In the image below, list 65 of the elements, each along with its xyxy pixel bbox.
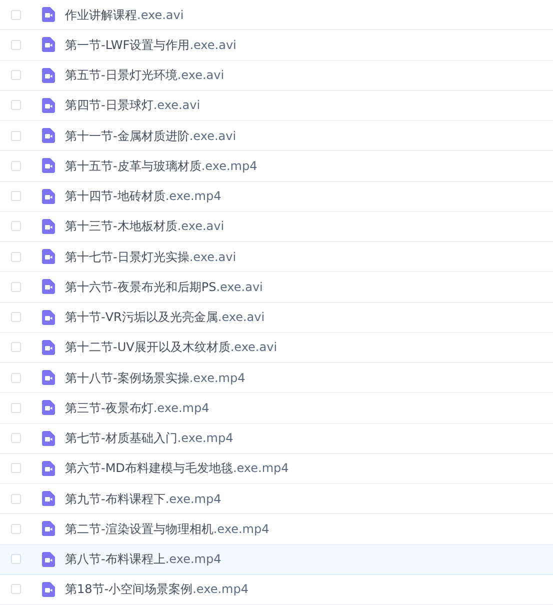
file-name[interactable]: 作业讲解课程.exe.avi bbox=[65, 6, 184, 24]
checkbox[interactable] bbox=[11, 130, 21, 141]
video-file-icon bbox=[42, 400, 55, 416]
video-file-icon bbox=[42, 460, 55, 476]
checkbox[interactable] bbox=[11, 40, 21, 50]
file-name[interactable]: 第一节-LWF设置与作用.exe.avi bbox=[65, 36, 236, 54]
file-name[interactable]: 第三节-夜景布灯.exe.mp4 bbox=[65, 398, 210, 417]
video-file-icon bbox=[42, 430, 55, 446]
video-file-icon bbox=[42, 491, 55, 506]
file-name[interactable]: 第十五节-皮革与玻璃材质.exe.mp4 bbox=[65, 156, 258, 175]
video-file-icon bbox=[42, 218, 55, 234]
file-row[interactable]: 第五节-日景灯光环境.exe.avi bbox=[0, 60, 553, 91]
checkbox[interactable] bbox=[11, 252, 21, 262]
checkbox[interactable] bbox=[11, 342, 21, 352]
checkbox[interactable] bbox=[11, 372, 21, 383]
file-row[interactable]: 第十四节-地砖材质.exe.mp4 bbox=[0, 182, 553, 212]
checkbox[interactable] bbox=[11, 100, 21, 110]
checkbox[interactable] bbox=[11, 282, 21, 292]
video-file-icon bbox=[42, 249, 55, 264]
file-row[interactable]: 第七节-材质基础入门.exe.mp4 bbox=[0, 424, 553, 454]
file-name[interactable]: 第六节-MD布料建模与毛发地毯.exe.mp4 bbox=[65, 459, 289, 478]
file-name[interactable]: 第九节-布料课程下.exe.mp4 bbox=[65, 490, 222, 508]
file-name[interactable]: 第十二节-UV展开以及木纹材质.exe.avi bbox=[65, 338, 278, 356]
video-file-icon bbox=[42, 128, 55, 144]
file-name[interactable]: 第八节-布料课程上.exe.mp4 bbox=[65, 550, 222, 568]
video-file-icon bbox=[42, 188, 55, 204]
checkbox[interactable] bbox=[11, 221, 21, 232]
file-name[interactable]: 第二节-渲染设置与物理相机.exe.mp4 bbox=[65, 520, 270, 538]
checkbox[interactable] bbox=[11, 463, 21, 474]
file-row[interactable]: 第八节-布料课程上.exe.mp4 bbox=[0, 544, 553, 575]
checkbox[interactable] bbox=[11, 433, 21, 444]
video-file-icon bbox=[42, 7, 55, 22]
checkbox[interactable] bbox=[11, 312, 21, 322]
file-name[interactable]: 第十四节-地砖材质.exe.mp4 bbox=[65, 187, 222, 206]
video-file-icon bbox=[42, 158, 55, 174]
file-name[interactable]: 第十六节-夜景布光和后期PS.exe.avi bbox=[65, 278, 263, 296]
checkbox[interactable] bbox=[11, 524, 21, 534]
video-file-icon bbox=[42, 552, 55, 567]
checkbox[interactable] bbox=[11, 584, 21, 594]
file-name[interactable]: 第五节-日景灯光环境.exe.avi bbox=[65, 66, 224, 84]
video-file-icon bbox=[42, 98, 55, 113]
checkbox[interactable] bbox=[11, 160, 21, 171]
checkbox[interactable] bbox=[11, 402, 21, 413]
checkbox[interactable] bbox=[11, 191, 21, 202]
file-name[interactable]: 第18节-小空间场景案例.exe.mp4 bbox=[65, 580, 248, 598]
checkbox[interactable] bbox=[11, 494, 21, 504]
file-name[interactable]: 第十三节-木地板材质.exe.avi bbox=[65, 217, 224, 236]
video-file-icon bbox=[42, 370, 55, 386]
video-file-icon bbox=[42, 521, 55, 536]
file-row[interactable]: 第十节-VR污垢以及光亮金属.exe.avi bbox=[0, 302, 553, 333]
checkbox[interactable] bbox=[11, 554, 21, 564]
video-file-icon bbox=[42, 582, 55, 597]
file-name[interactable]: 第七节-材质基础入门.exe.mp4 bbox=[65, 429, 234, 448]
file-name[interactable]: 第十节-VR污垢以及光亮金属.exe.avi bbox=[65, 308, 265, 326]
video-file-icon bbox=[42, 310, 55, 325]
checkbox[interactable] bbox=[11, 70, 21, 80]
video-file-icon bbox=[42, 37, 55, 52]
file-name[interactable]: 第十八节-案例场景实操.exe.mp4 bbox=[65, 368, 246, 387]
video-file-icon bbox=[42, 279, 55, 294]
checkbox[interactable] bbox=[11, 10, 21, 20]
file-name[interactable]: 第十七节-日景灯光实操.exe.avi bbox=[65, 248, 236, 266]
video-file-icon bbox=[42, 68, 55, 83]
file-name[interactable]: 第十一节-金属材质进阶.exe.avi bbox=[65, 126, 236, 145]
file-name[interactable]: 第四节-日景球灯.exe.avi bbox=[65, 96, 200, 114]
video-file-icon bbox=[42, 340, 55, 355]
